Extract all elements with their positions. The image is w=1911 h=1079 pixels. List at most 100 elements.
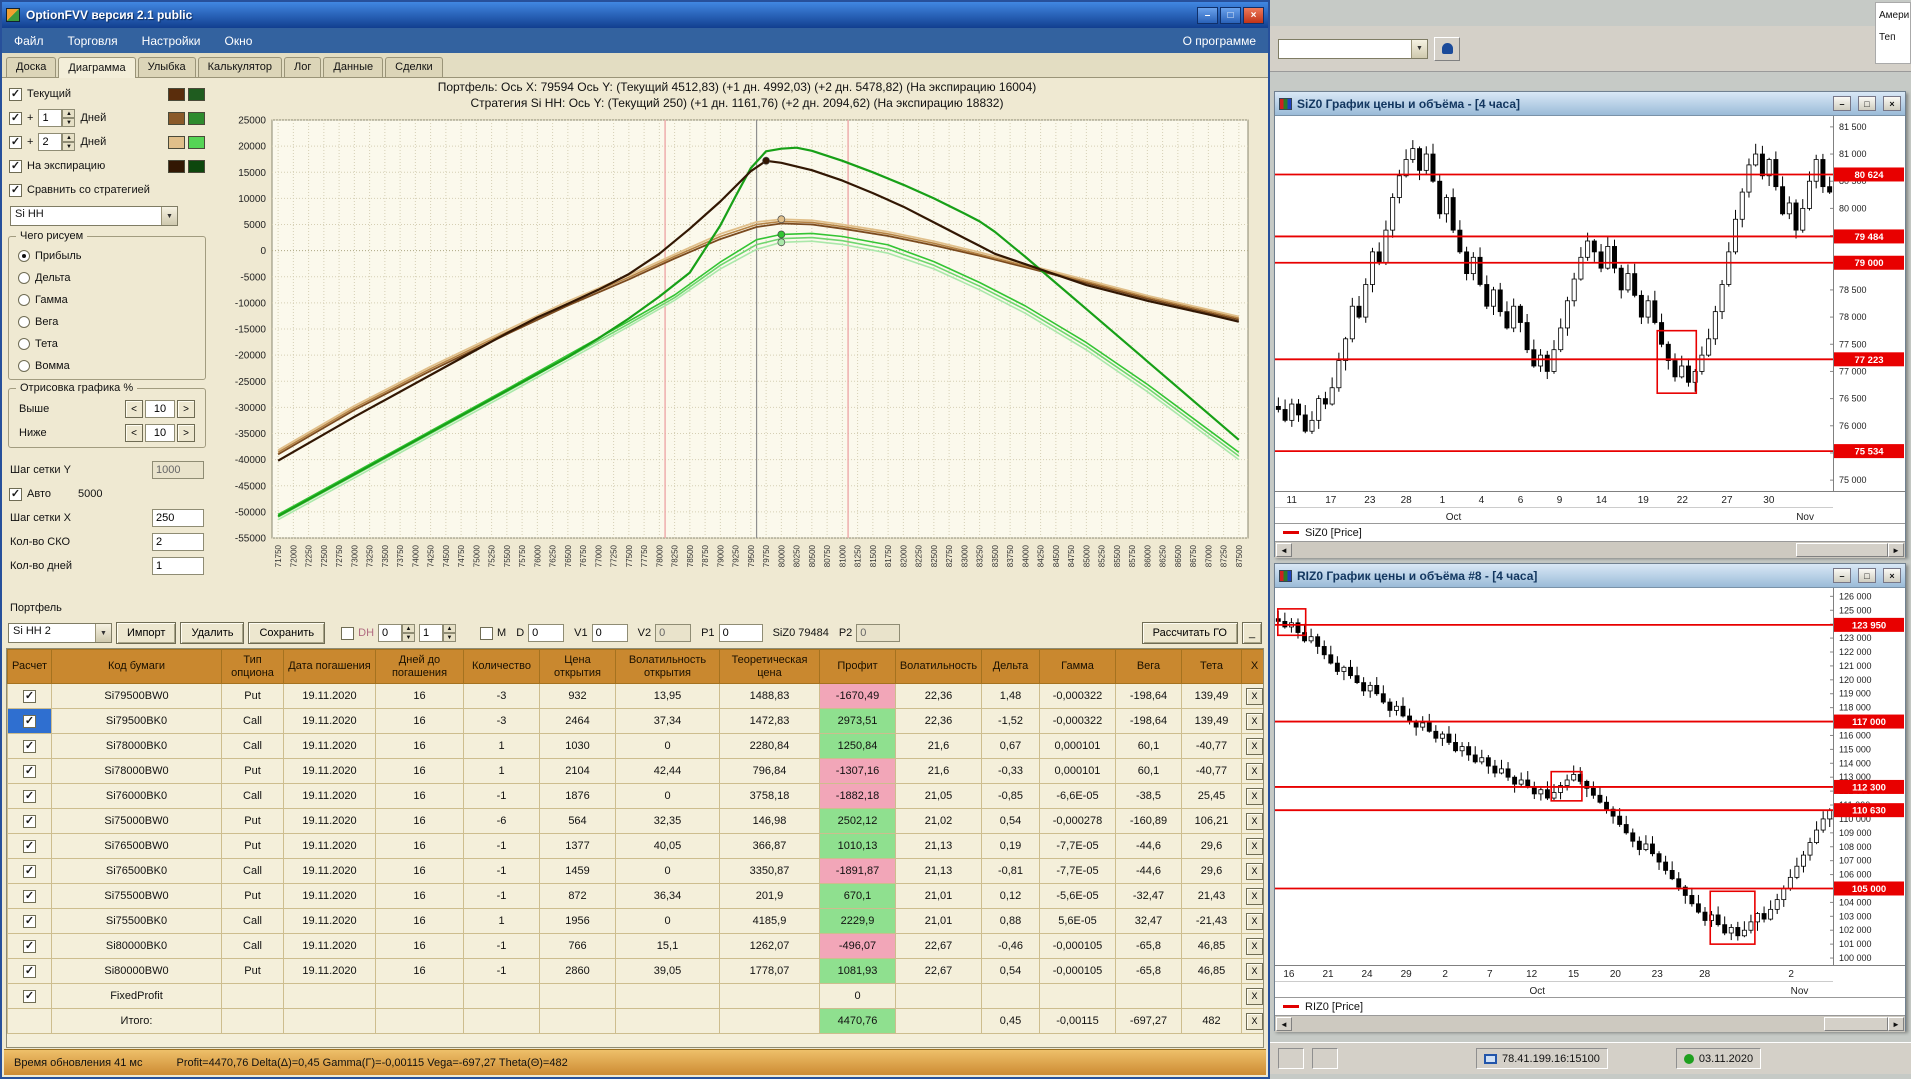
table-row[interactable]: FixedProfit 0 X [7,983,1263,1009]
grid-x-input[interactable] [152,509,204,527]
row-check-cell[interactable] [7,933,52,959]
table-row[interactable]: Si79500BW0Put19.11.202016-393213,951488,… [7,683,1263,709]
remove-row-button[interactable]: X [1246,787,1263,805]
siz0-window-titlebar[interactable]: SiZ0 График цены и объёма - [4 часа] [1275,92,1905,116]
strategy-select[interactable]: Si HH [10,206,178,226]
collapse-panel-button[interactable]: _ [1242,622,1262,644]
row-checkbox[interactable] [23,764,36,778]
expiry-checkbox[interactable] [9,159,22,173]
riz0-scrollbar[interactable] [1275,1015,1905,1032]
tab-Калькулятор[interactable]: Калькулятор [197,57,283,77]
riz0-price-chart[interactable]: 126 000125 000124 000123 000122 000121 0… [1275,588,1905,997]
row-checkbox[interactable] [23,914,36,928]
plus1-checkbox[interactable] [9,111,22,125]
remove-row-button[interactable]: X [1246,887,1263,905]
radio-icon[interactable] [18,360,30,372]
minimize-button[interactable] [1833,96,1851,111]
portfolio-select[interactable]: Si HH 2 [8,623,112,643]
sko-count-input[interactable] [152,533,204,551]
p2-input[interactable] [856,624,901,642]
dh-spinner-1[interactable] [378,624,416,642]
scroll-right-icon[interactable] [1888,1017,1904,1031]
days-count-input[interactable] [152,557,204,575]
remove-row-button[interactable]: X [1246,812,1263,830]
column-header[interactable]: Теоретическая цена [719,649,820,684]
minimize-button[interactable] [1197,6,1218,24]
column-header[interactable]: Цена открытия [539,649,616,684]
spin-down-icon[interactable] [443,633,457,642]
chevron-down-icon[interactable] [161,207,177,225]
row-check-cell[interactable] [7,733,52,759]
remove-row-button[interactable]: X [1246,987,1263,1005]
maximize-button[interactable] [1858,96,1876,111]
below-inc-button[interactable]: > [177,424,195,442]
table-row[interactable]: Si78000BW0Put19.11.2020161210442,44796,8… [7,758,1263,784]
p1-input[interactable] [718,624,763,642]
column-header[interactable]: Тета [1181,649,1242,684]
tab-Улыбка[interactable]: Улыбка [137,57,196,77]
menu-item-3[interactable]: Настройки [130,30,213,52]
remove-row-button[interactable]: X [1246,937,1263,955]
v1-input[interactable] [591,624,628,642]
table-row[interactable]: Si78000BK0Call19.11.2020161103002280,841… [7,733,1263,759]
calc-margin-button[interactable]: Рассчитать ГО [1141,622,1238,644]
window-titlebar[interactable]: OptionFVV версия 2.1 public [2,2,1268,28]
dh-checkbox[interactable] [341,626,355,640]
table-row[interactable]: Si75500BK0Call19.11.2020161195604185,922… [7,908,1263,934]
column-header[interactable]: Гамма [1039,649,1116,684]
spin-up-icon[interactable] [62,109,76,118]
dh-spinner-2[interactable] [419,624,457,642]
tab-Лог[interactable]: Лог [284,57,322,77]
v2-input[interactable] [655,624,692,642]
row-checkbox[interactable] [23,739,36,753]
row-check-cell[interactable] [7,758,52,784]
column-header[interactable]: Вега [1115,649,1182,684]
row-check-cell[interactable] [7,683,52,709]
maximize-button[interactable] [1858,568,1876,583]
spin-down-icon[interactable] [62,142,76,151]
menu-item-2[interactable]: Торговля [56,30,130,52]
menu-about[interactable]: О программе [1171,30,1268,52]
auto-grid-checkbox[interactable] [9,487,22,501]
scroll-thumb[interactable] [1824,1017,1888,1031]
draw-option-Вомма[interactable]: Вомма [15,355,199,377]
above-dec-button[interactable]: < [125,400,143,418]
table-row[interactable]: Si75000BW0Put19.11.202016-656432,35146,9… [7,808,1263,834]
d-input[interactable] [528,624,565,642]
row-checkbox[interactable] [23,839,36,853]
table-row[interactable]: Si76500BW0Put19.11.202016-1137740,05366,… [7,833,1263,859]
tab-Диаграмма[interactable]: Диаграмма [58,57,136,78]
row-checkbox[interactable] [23,939,36,953]
draw-option-Тета[interactable]: Тета [15,333,199,355]
tab-Сделки[interactable]: Сделки [385,57,443,77]
spin-down-icon[interactable] [62,118,76,127]
row-checkbox[interactable] [23,864,36,878]
spin-up-icon[interactable] [443,624,457,633]
above-input[interactable] [145,400,175,418]
row-check-cell[interactable] [7,958,52,984]
table-row[interactable]: Si76000BK0Call19.11.202016-1187603758,18… [7,783,1263,809]
table-row[interactable]: Si76500BK0Call19.11.202016-1145903350,87… [7,858,1263,884]
column-header[interactable]: Дельта [981,649,1040,684]
row-check-cell[interactable] [7,983,52,1009]
remove-row-button[interactable]: X [1246,1012,1263,1030]
scroll-left-icon[interactable] [1276,1017,1292,1031]
row-check-cell[interactable] [7,708,52,734]
row-checkbox[interactable] [23,689,36,703]
row-check-cell[interactable] [7,883,52,909]
close-button[interactable] [1243,6,1264,24]
menu-item-1[interactable]: Файл [2,30,56,52]
radio-icon[interactable] [18,250,30,262]
remove-row-button[interactable]: X [1246,687,1263,705]
remove-row-button[interactable]: X [1246,712,1263,730]
row-check-cell[interactable] [7,858,52,884]
remove-row-button[interactable]: X [1246,862,1263,880]
row-check-cell[interactable] [7,808,52,834]
day2-spinner[interactable] [38,133,76,151]
draw-option-Вега[interactable]: Вега [15,311,199,333]
payoff-chart[interactable]: 71750 72000 72250 72500 72750 73000 73250 73500… [208,114,1262,600]
column-header[interactable]: Профит [819,649,896,684]
instrument-combobox[interactable] [1278,38,1428,59]
scroll-right-icon[interactable] [1888,543,1904,557]
close-button[interactable] [1883,96,1901,111]
